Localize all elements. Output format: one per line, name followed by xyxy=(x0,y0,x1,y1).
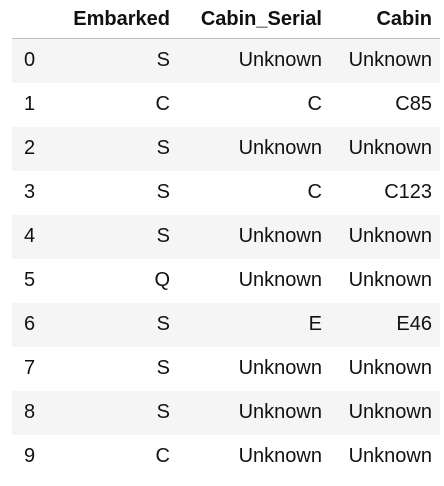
table-body: 0 S Unknown Unknown 1 C C C85 2 S Unknow… xyxy=(12,38,440,479)
cell-cabin-serial: Unknown xyxy=(238,401,322,423)
cell-cabin: Unknown xyxy=(348,401,432,423)
cell-embarked: S xyxy=(156,357,170,379)
cell-cabin: Unknown xyxy=(348,445,432,467)
cell-cabin-serial: Unknown xyxy=(238,137,322,159)
column-header-cabin-serial: Cabin_Serial xyxy=(178,0,330,39)
cell-cabin-serial: E xyxy=(308,313,322,335)
row-index: 3 xyxy=(24,181,36,203)
table-row: 2 S Unknown Unknown xyxy=(12,126,440,171)
row-index: 0 xyxy=(24,49,36,72)
cell-cabin: C123 xyxy=(384,181,432,203)
cell-cabin-serial: Unknown xyxy=(238,269,322,291)
cell-cabin: E46 xyxy=(396,313,432,335)
row-index: 7 xyxy=(24,357,36,379)
row-index: 9 xyxy=(24,445,36,467)
table-row: 8 S Unknown Unknown xyxy=(12,390,440,435)
cell-cabin-serial: Unknown xyxy=(238,225,322,247)
cell-cabin: Unknown xyxy=(348,357,432,379)
row-index: 5 xyxy=(24,269,36,291)
row-index: 1 xyxy=(24,93,36,115)
cell-embarked: C xyxy=(155,445,170,467)
cell-cabin: Unknown xyxy=(348,225,432,247)
cell-embarked: Q xyxy=(154,269,170,291)
row-index: 2 xyxy=(24,137,36,159)
cell-embarked: S xyxy=(156,181,170,203)
table-row: 6 S E E46 xyxy=(12,302,440,347)
cell-cabin-serial: Unknown xyxy=(238,49,322,72)
cell-cabin-serial: C xyxy=(307,181,322,203)
table-row: 1 C C C85 xyxy=(12,82,440,127)
table-row: 4 S Unknown Unknown xyxy=(12,214,440,259)
row-index: 8 xyxy=(24,401,36,423)
cell-embarked: S xyxy=(156,401,170,423)
cell-cabin-serial: Unknown xyxy=(238,357,322,379)
dataframe-table: Embarked Cabin_Serial Cabin 0 S Unknown … xyxy=(12,0,440,479)
column-header-embarked: Embarked xyxy=(50,0,178,39)
cell-embarked: S xyxy=(156,49,170,72)
table-header: Embarked Cabin_Serial Cabin xyxy=(12,0,440,39)
table-row: 9 C Unknown Unknown xyxy=(12,434,440,479)
cell-cabin-serial: C xyxy=(307,93,322,115)
table-row: 7 S Unknown Unknown xyxy=(12,346,440,391)
cell-cabin: Unknown xyxy=(348,137,432,159)
column-header-cabin: Cabin xyxy=(330,0,440,39)
cell-embarked: S xyxy=(156,225,170,247)
table-row: 5 Q Unknown Unknown xyxy=(12,258,440,303)
cell-cabin: C85 xyxy=(395,93,432,115)
cell-cabin: Unknown xyxy=(348,49,432,72)
cell-cabin-serial: Unknown xyxy=(238,445,322,467)
table-row: 0 S Unknown Unknown xyxy=(12,38,440,83)
index-column-header xyxy=(12,0,50,39)
dataframe-output: Embarked Cabin_Serial Cabin 0 S Unknown … xyxy=(0,0,444,486)
cell-embarked: S xyxy=(156,137,170,159)
cell-embarked: C xyxy=(155,93,170,115)
row-index: 4 xyxy=(24,225,36,247)
header-row: Embarked Cabin_Serial Cabin xyxy=(12,0,440,39)
row-index: 6 xyxy=(24,313,36,335)
cell-embarked: S xyxy=(156,313,170,335)
table-row: 3 S C C123 xyxy=(12,170,440,215)
cell-cabin: Unknown xyxy=(348,269,432,291)
